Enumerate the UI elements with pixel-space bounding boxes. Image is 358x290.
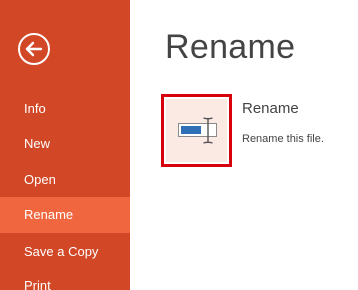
rename-button[interactable]: [161, 94, 232, 167]
rename-option-heading: Rename: [242, 100, 299, 117]
sidebar-item-info[interactable]: Info: [0, 91, 130, 127]
rename-icon: [178, 117, 217, 144]
sidebar-item-save-a-copy[interactable]: Save a Copy: [0, 234, 130, 270]
sidebar-item-new[interactable]: New: [0, 126, 130, 162]
back-button[interactable]: [17, 32, 51, 66]
rename-tile-background: [166, 99, 227, 162]
page-title: Rename: [165, 28, 296, 66]
back-arrow-icon: [18, 33, 50, 65]
rename-option-description: Rename this file.: [242, 133, 324, 145]
sidebar-item-rename[interactable]: Rename: [0, 197, 130, 233]
sidebar-item-print[interactable]: Print: [0, 268, 130, 290]
sidebar: Info New Open Rename Save a Copy Print: [0, 0, 130, 290]
sidebar-item-open[interactable]: Open: [0, 162, 130, 198]
backstage-view: Info New Open Rename Save a Copy Print R…: [0, 0, 358, 290]
main-panel: Rename Rename Rename this file.: [130, 0, 358, 290]
